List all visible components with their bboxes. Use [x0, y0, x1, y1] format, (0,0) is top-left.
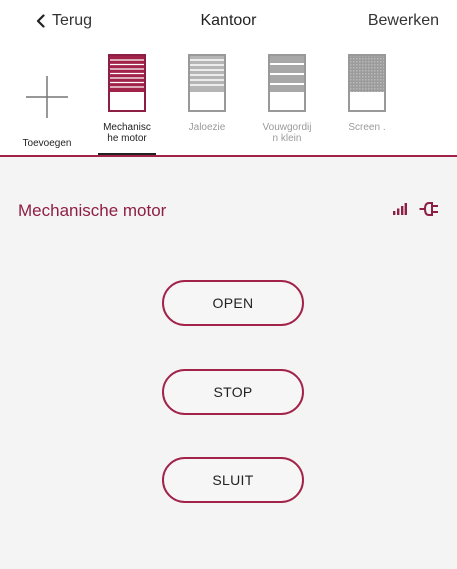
open-button[interactable]: OPEN — [162, 280, 304, 326]
device-item-vouwgordijn-klein[interactable]: Vouwgordij n klein — [250, 52, 324, 158]
control-panel: Mechanische motor OPEN STOP SLUIT — [0, 157, 457, 569]
screen-shade-icon — [348, 54, 386, 112]
close-button[interactable]: SLUIT — [162, 457, 304, 503]
device-title: Mechanische motor — [18, 201, 167, 220]
venetian-blind-icon — [188, 54, 226, 112]
plug-icon — [419, 202, 438, 216]
device-item-jaloezie[interactable]: Jaloezie — [170, 52, 244, 158]
device-label-jaloezie: Jaloezie — [188, 122, 226, 133]
device-item-add[interactable]: Toevoegen — [10, 52, 84, 158]
device-label-vouwgordijn-klein: Vouwgordij n klein — [262, 122, 312, 144]
device-label-screen: Screen . — [348, 122, 386, 133]
device-label-add: Toevoegen — [22, 138, 72, 149]
device-label-mechanische-motor: Mechanisc he motor — [103, 122, 151, 144]
device-selector: Toevoegen Mechanisc he motor Jaloezie Vo… — [0, 44, 457, 158]
navigation-bar: Terug Kantoor Bewerken — [0, 0, 457, 44]
plus-icon — [26, 76, 68, 118]
stop-button[interactable]: STOP — [162, 369, 304, 415]
device-item-mechanische-motor[interactable]: Mechanisc he motor — [90, 52, 164, 158]
folding-curtain-icon — [268, 54, 306, 112]
edit-button[interactable]: Bewerken — [368, 12, 439, 30]
roller-shutter-icon — [108, 54, 146, 112]
device-item-screen[interactable]: Screen . — [330, 52, 404, 158]
signal-strength-icon — [393, 203, 407, 215]
